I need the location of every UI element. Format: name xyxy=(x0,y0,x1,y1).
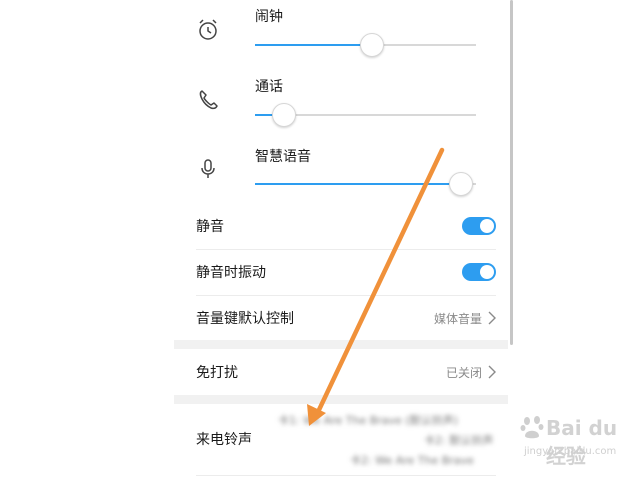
annotation-arrow xyxy=(307,147,445,426)
